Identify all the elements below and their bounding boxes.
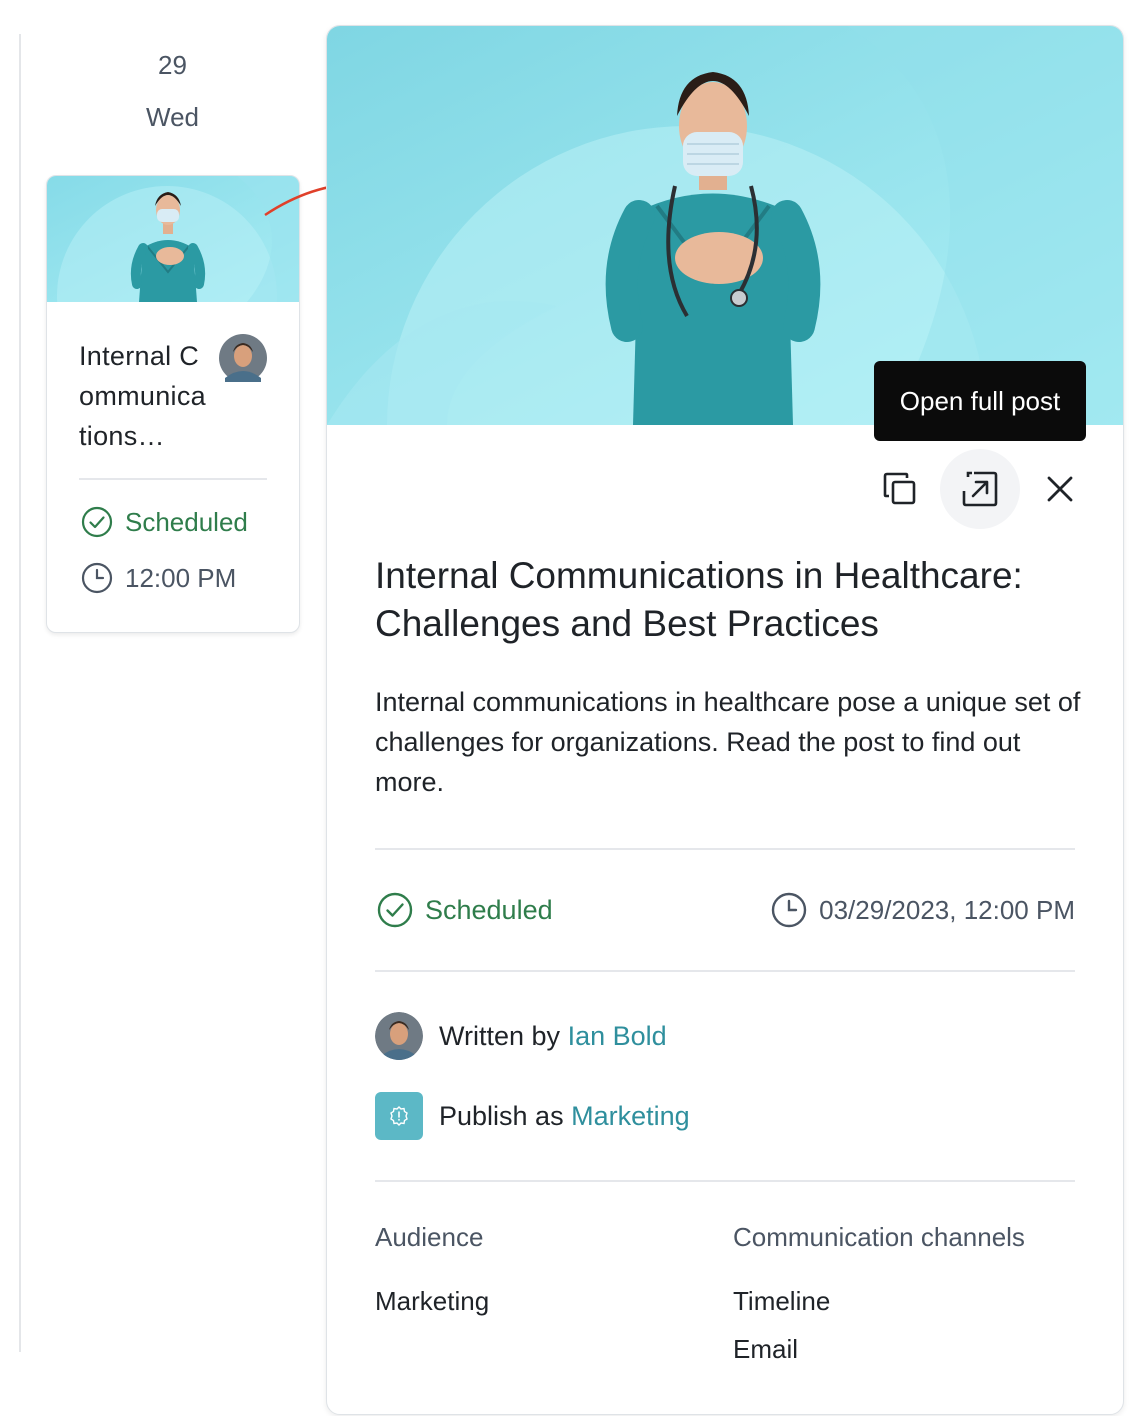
channel-value: Timeline	[733, 1286, 831, 1316]
calendar-page: 29 Wed Internal Communications… Schedule…	[0, 0, 1148, 1416]
event-divider	[79, 478, 267, 480]
audience-label: Audience	[375, 1222, 484, 1252]
author-avatar	[219, 334, 267, 382]
clock-icon	[771, 892, 807, 928]
publisher-link[interactable]: Marketing	[571, 1101, 690, 1131]
post-detail-panel: Open full post Internal Communications i…	[326, 25, 1124, 1415]
duplicate-button[interactable]	[860, 449, 940, 529]
divider	[375, 848, 1075, 850]
written-by-label: Written by	[439, 1020, 561, 1051]
channels-label: Communication channels	[733, 1222, 1025, 1252]
post-status-label: Scheduled	[425, 894, 553, 925]
publisher-badge	[375, 1092, 423, 1140]
open-external-icon	[962, 471, 998, 507]
publish-as-row: Publish as Marketing	[375, 1092, 690, 1140]
event-status: Scheduled	[81, 506, 248, 538]
event-time-label: 12:00 PM	[125, 562, 237, 593]
author-link[interactable]: Ian Bold	[568, 1021, 667, 1051]
channel-value: Email	[733, 1334, 799, 1364]
close-icon	[1047, 476, 1073, 502]
day-number: 29	[158, 50, 187, 80]
divider	[375, 970, 1075, 972]
post-datetime-label: 03/29/2023, 12:00 PM	[819, 894, 1075, 925]
clock-icon	[81, 562, 113, 594]
post-status: Scheduled	[377, 892, 553, 928]
copy-icon	[883, 472, 916, 505]
publish-as-label: Publish as	[439, 1100, 564, 1131]
check-circle-icon	[377, 892, 413, 928]
event-status-label: Scheduled	[125, 506, 248, 537]
calendar-event-card[interactable]: Internal Communications… Scheduled 12:00…	[46, 175, 300, 633]
written-by-row: Written by Ian Bold	[375, 1012, 667, 1060]
event-time: 12:00 PM	[81, 562, 236, 594]
divider	[375, 1180, 1075, 1182]
check-circle-icon	[81, 506, 113, 538]
event-title: Internal Communications…	[79, 341, 206, 451]
close-button[interactable]	[1020, 449, 1100, 529]
post-datetime: 03/29/2023, 12:00 PM	[771, 892, 1075, 928]
day-name: Wed	[146, 102, 199, 132]
audience-value: Marketing	[375, 1286, 490, 1316]
post-description: Internal communications in healthcare po…	[375, 687, 1081, 797]
open-full-post-tooltip: Open full post	[874, 361, 1086, 441]
open-full-post-button[interactable]	[940, 449, 1020, 529]
badge-icon	[390, 1106, 408, 1126]
calendar-column-border	[19, 34, 21, 1352]
post-title: Internal Communications in Healthcare: C…	[375, 555, 1023, 644]
author-avatar	[375, 1012, 423, 1060]
